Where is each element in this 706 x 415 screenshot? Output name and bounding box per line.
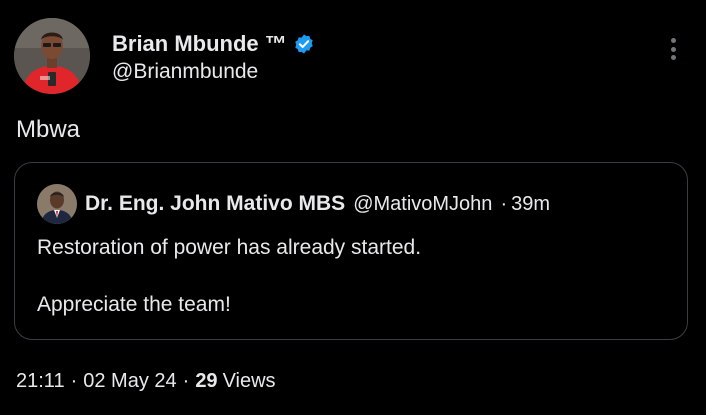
author-name-row: Brian Mbunde ™ bbox=[112, 30, 315, 58]
quoted-tweet-text-line1: Restoration of power has already started… bbox=[37, 236, 422, 259]
quoted-author-name[interactable]: Dr. Eng. John Mativo MBS bbox=[85, 192, 345, 216]
quoted-timestamp[interactable]: 39m bbox=[511, 193, 550, 216]
quoted-author-avatar[interactable] bbox=[37, 184, 77, 224]
author-avatar[interactable] bbox=[14, 18, 90, 94]
tweet-meta: 21:11 · 02 May 24 · 29 Views bbox=[16, 370, 276, 393]
meta-separator: · bbox=[182, 370, 190, 392]
meta-separator: · bbox=[70, 370, 78, 392]
author-display-name[interactable]: Brian Mbunde ™ bbox=[112, 31, 287, 57]
more-dot bbox=[670, 55, 676, 60]
tweet-time[interactable]: 21:11 bbox=[16, 370, 65, 393]
more-options-icon[interactable] bbox=[660, 34, 686, 64]
author-handle[interactable]: @Brianmbunde bbox=[112, 60, 315, 84]
quoted-tweet-text-line2: Appreciate the team! bbox=[37, 293, 231, 316]
tweet-date[interactable]: 02 May 24 bbox=[83, 370, 176, 393]
tweet-text: Mbwa bbox=[16, 116, 81, 143]
quoted-author-handle[interactable]: @MativoMJohn bbox=[353, 193, 492, 216]
tweet-container: Brian Mbunde ™ @Brianmbunde Mbwa Dr. Eng… bbox=[0, 0, 706, 415]
more-dot bbox=[670, 38, 676, 43]
verified-badge-icon bbox=[293, 33, 315, 55]
more-dot bbox=[670, 46, 676, 52]
quoted-tweet-card[interactable]: Dr. Eng. John Mativo MBS @MativoMJohn · … bbox=[14, 162, 688, 340]
quoted-tweet-header: Dr. Eng. John Mativo MBS @MativoMJohn · … bbox=[85, 191, 550, 217]
views-count: 29 bbox=[195, 370, 218, 392]
views-label: Views bbox=[222, 370, 276, 392]
author-info: Brian Mbunde ™ @Brianmbunde bbox=[112, 30, 315, 84]
quoted-separator: · bbox=[500, 192, 508, 215]
